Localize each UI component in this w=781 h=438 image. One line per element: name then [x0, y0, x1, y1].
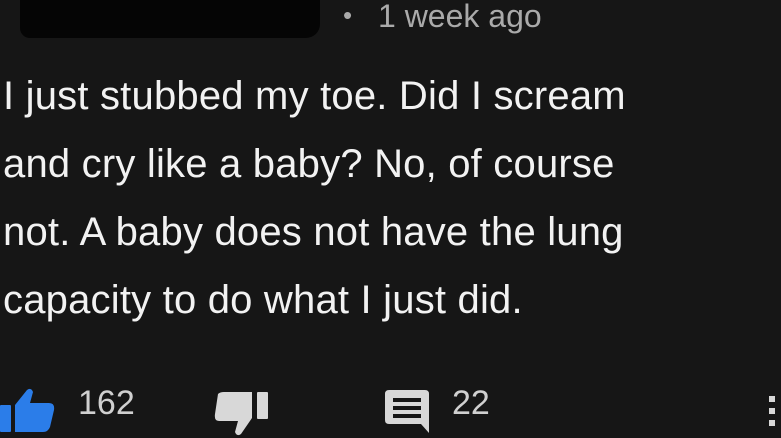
comment-action-bar: 162 22	[0, 380, 781, 436]
more-vertical-icon	[764, 392, 778, 432]
meta-separator: •	[343, 0, 353, 30]
like-count: 162	[78, 384, 135, 422]
reply-button[interactable]	[384, 388, 434, 434]
comment-icon	[384, 388, 434, 434]
comment-text: I just stubbed my toe. Did I scream and …	[3, 74, 626, 322]
dislike-button[interactable]	[214, 392, 272, 438]
comment-header: • 1 week ago	[0, 0, 781, 42]
comment-card: • 1 week ago I just stubbed my toe. Did …	[0, 0, 781, 438]
thumbs-up-icon	[0, 388, 64, 432]
comment-timestamp[interactable]: 1 week ago	[378, 0, 542, 32]
like-button[interactable]	[0, 388, 64, 434]
author-name-redacted	[20, 0, 320, 38]
reply-count: 22	[452, 384, 490, 422]
thumbs-down-icon	[214, 392, 272, 436]
more-options-button[interactable]	[764, 392, 778, 432]
